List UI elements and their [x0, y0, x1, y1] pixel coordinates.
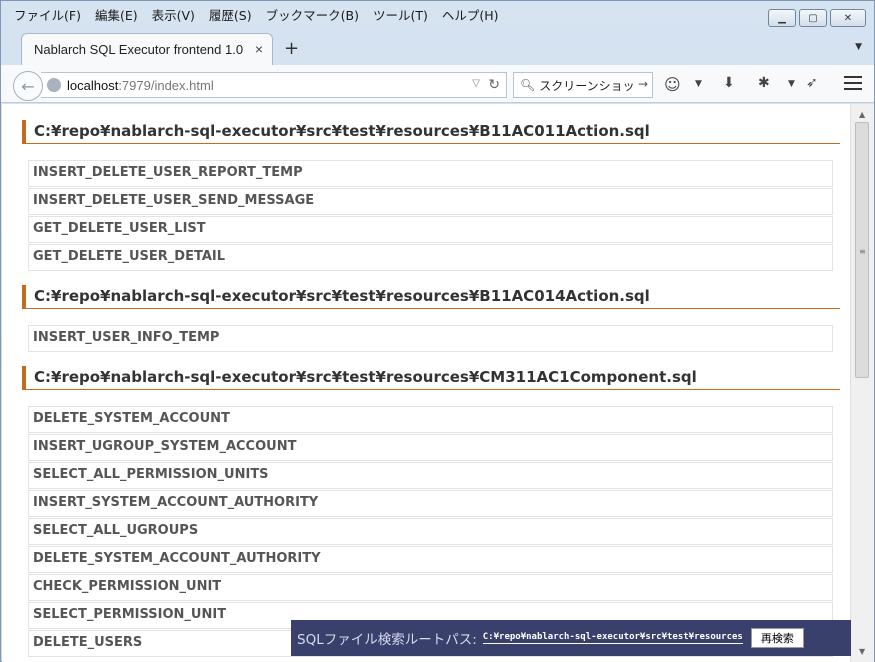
bug-icon[interactable]: ✱ [758, 75, 770, 91]
sql-statement-item[interactable]: INSERT_DELETE_USER_SEND_MESSAGE [28, 188, 833, 215]
scroll-up-icon[interactable]: ▲ [859, 110, 865, 119]
sql-statement-item[interactable]: DELETE_SYSTEM_ACCOUNT [28, 406, 833, 433]
sql-statement-item[interactable]: CHECK_PERMISSION_UNIT [28, 574, 833, 601]
browser-window: ファイル(F) 編集(E) 表示(V) 履歴(S) ブックマーク(B) ツール(… [0, 0, 875, 662]
vertical-scrollbar[interactable]: ▲ ≡ ▼ [850, 104, 874, 662]
maximize-button[interactable]: ▢ [799, 9, 827, 27]
url-path: :7979/index.html [118, 77, 214, 93]
grip-icon: ≡ [859, 247, 866, 256]
back-button[interactable]: ← [13, 71, 43, 101]
menu-tools[interactable]: ツール(T) [366, 3, 435, 23]
sql-file-sections: C:¥repo¥nablarch-sql-executor¥src¥test¥r… [22, 120, 840, 662]
addon-face-icon[interactable]: ☺ [664, 75, 681, 94]
bug-dropdown-icon[interactable]: ▼ [788, 79, 795, 89]
sql-statement-item[interactable]: INSERT_DELETE_USER_REPORT_TEMP [28, 160, 833, 187]
sql-statement-item[interactable]: GET_DELETE_USER_LIST [28, 216, 833, 243]
search-root-bar: SQLファイル検索ルートパス: C:¥repo¥nablarch-sql-exe… [291, 620, 851, 656]
sql-file-heading: C:¥repo¥nablarch-sql-executor¥src¥test¥r… [22, 285, 840, 309]
search-input[interactable]: 🔍︎ スクリーンショッ → [513, 72, 653, 98]
sql-statement-item[interactable]: INSERT_SYSTEM_ACCOUNT_AUTHORITY [28, 490, 833, 517]
menu-edit[interactable]: 編集(E) [88, 3, 145, 23]
search-root-label: SQLファイル検索ルートパス: [297, 632, 477, 648]
url-bar[interactable]: localhost:7979/index.html ▽ ↻ [41, 72, 507, 98]
url-history-dropdown-icon[interactable]: ▽ [472, 78, 480, 89]
research-button[interactable]: 再検索 [750, 628, 804, 648]
tab-list-chevron-icon[interactable]: ▼ [855, 42, 862, 52]
sql-statement-list: INSERT_DELETE_USER_REPORT_TEMP INSERT_DEL… [28, 160, 833, 271]
minimize-button[interactable]: ▁ [768, 9, 796, 27]
minimize-icon: ▁ [778, 12, 786, 24]
sql-statement-item[interactable]: DELETE_SYSTEM_ACCOUNT_AUTHORITY [28, 546, 833, 573]
menu-bookmarks[interactable]: ブックマーク(B) [259, 3, 366, 23]
window-controls: ▁ ▢ ✕ [768, 9, 866, 27]
page-content: C:¥repo¥nablarch-sql-executor¥src¥test¥r… [2, 104, 850, 662]
search-root-path[interactable]: C:¥repo¥nablarch-sql-executor¥src¥test¥r… [482, 632, 743, 644]
tab-active[interactable]: Nablarch SQL Executor frontend 1.0 × [21, 33, 273, 65]
sql-statement-item[interactable]: INSERT_USER_INFO_TEMP [28, 325, 833, 352]
sql-statement-list: INSERT_USER_INFO_TEMP [28, 325, 833, 352]
back-arrow-icon: ← [21, 76, 35, 96]
addon-bird-icon[interactable]: ➶ [806, 75, 818, 91]
menu-file[interactable]: ファイル(F) [7, 3, 88, 23]
sql-statement-item[interactable]: SELECT_ALL_UGROUPS [28, 518, 833, 545]
reload-icon[interactable]: ↻ [488, 76, 500, 93]
search-go-icon[interactable]: → [638, 77, 648, 91]
sql-statement-item[interactable]: SELECT_ALL_PERMISSION_UNITS [28, 462, 833, 489]
close-icon: ✕ [843, 12, 853, 24]
sql-statement-item[interactable]: GET_DELETE_USER_DETAIL [28, 244, 833, 271]
scrollbar-thumb[interactable]: ≡ [855, 122, 869, 378]
tab-bar: Nablarch SQL Executor frontend 1.0 × + ▼ [1, 31, 874, 65]
close-window-button[interactable]: ✕ [830, 9, 866, 27]
menu-hamburger-icon[interactable] [844, 76, 862, 94]
url-host: localhost [67, 77, 119, 93]
download-icon[interactable]: ⬇ [723, 75, 735, 91]
navigation-bar: localhost:7979/index.html ▽ ↻ ← 🔍︎ スクリーン… [1, 65, 874, 103]
sql-statement-item[interactable]: INSERT_UGROUP_SYSTEM_ACCOUNT [28, 434, 833, 461]
menu-view[interactable]: 表示(V) [145, 3, 202, 23]
scroll-down-icon[interactable]: ▼ [859, 647, 865, 656]
sql-file-heading: C:¥repo¥nablarch-sql-executor¥src¥test¥r… [22, 120, 840, 144]
search-placeholder: スクリーンショッ [539, 78, 635, 93]
search-icon: 🔍︎ [520, 78, 536, 92]
maximize-icon: ▢ [808, 12, 818, 24]
menu-help[interactable]: ヘルプ(H) [435, 3, 506, 23]
sql-file-heading: C:¥repo¥nablarch-sql-executor¥src¥test¥r… [22, 366, 840, 390]
globe-icon [47, 78, 61, 92]
tab-title: Nablarch SQL Executor frontend 1.0 [34, 42, 244, 57]
new-tab-button[interactable]: + [284, 38, 299, 59]
tab-close-icon[interactable]: × [255, 41, 263, 57]
menu-bar: ファイル(F) 編集(E) 表示(V) 履歴(S) ブックマーク(B) ツール(… [7, 3, 506, 23]
menu-history[interactable]: 履歴(S) [202, 3, 259, 23]
addon-dropdown-icon[interactable]: ▼ [695, 79, 702, 89]
